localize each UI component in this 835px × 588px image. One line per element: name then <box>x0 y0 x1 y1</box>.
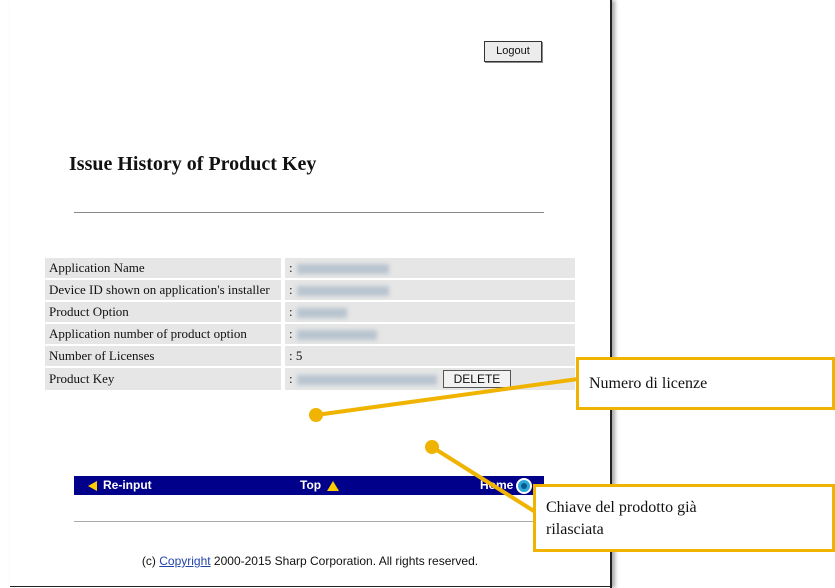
leader-product-key <box>430 445 539 515</box>
callout-licenses-text: Numero di licenze <box>589 375 708 392</box>
callout-licenses: Numero di licenze <box>576 357 835 410</box>
callout-key-line2: rilasciata <box>546 521 604 538</box>
pointer-dot-licenses <box>309 408 323 422</box>
callout-product-key: Chiave del prodotto già rilasciata <box>533 484 835 552</box>
callout-key-line1: Chiave del prodotto già <box>546 499 697 516</box>
leader-licenses <box>315 377 579 417</box>
pointer-dot-product-key <box>425 440 439 454</box>
